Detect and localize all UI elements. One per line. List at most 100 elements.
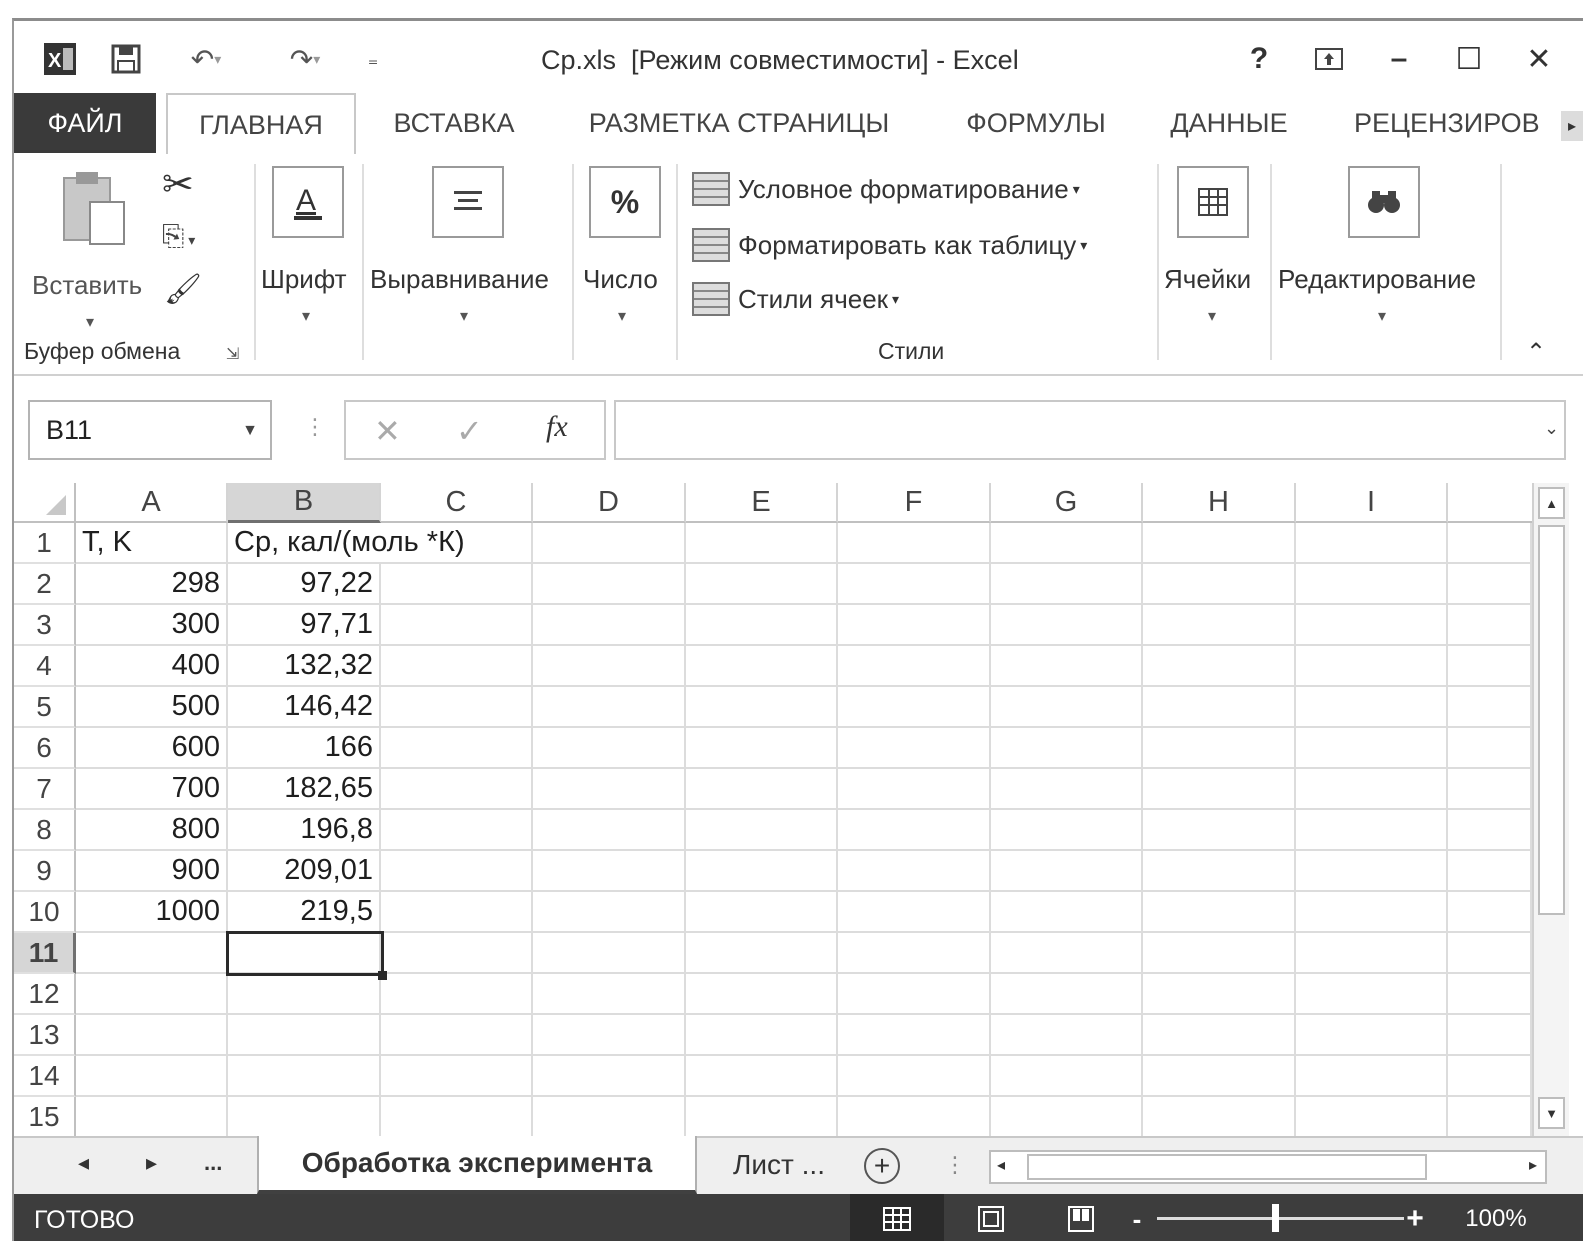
prev-sheet-icon[interactable]: ◂	[78, 1150, 89, 1176]
zoom-slider-track[interactable]	[1157, 1217, 1404, 1220]
cell-e4[interactable]	[686, 646, 838, 687]
row-header-11[interactable]: 11	[14, 933, 76, 974]
clipboard-launcher-icon[interactable]: ⇲	[226, 344, 239, 364]
cell-e11[interactable]	[686, 933, 838, 974]
cell-i1[interactable]	[1296, 523, 1448, 564]
zoom-in-button[interactable]: +	[1400, 1194, 1430, 1241]
cell-a7[interactable]: 700	[76, 769, 228, 810]
zoom-slider-knob[interactable]	[1272, 1204, 1279, 1232]
editing-dropdown-icon[interactable]: ▾	[1378, 306, 1386, 326]
cell-g14[interactable]	[991, 1056, 1143, 1097]
row-header-9[interactable]: 9	[14, 851, 76, 892]
customize-quick-access-icon[interactable]: ₌	[360, 39, 386, 79]
cut-icon[interactable]: ✂	[162, 162, 194, 207]
zoom-out-button[interactable]: -	[1122, 1194, 1152, 1241]
cell-i11[interactable]	[1296, 933, 1448, 974]
column-header-i[interactable]: I	[1296, 483, 1448, 523]
cell-e15[interactable]	[686, 1097, 838, 1136]
alignment-button[interactable]: Выравнивание	[370, 264, 549, 295]
cell-e1[interactable]	[686, 523, 838, 564]
cell-f12[interactable]	[838, 974, 991, 1015]
cell-x9[interactable]	[1448, 851, 1532, 892]
cell-d5[interactable]	[533, 687, 686, 728]
font-dropdown-icon[interactable]: ▾	[302, 306, 310, 326]
minimize-button[interactable]: –	[1374, 39, 1424, 79]
cell-f13[interactable]	[838, 1015, 991, 1056]
cell-d9[interactable]	[533, 851, 686, 892]
cell-x2[interactable]	[1448, 564, 1532, 605]
cell-e3[interactable]	[686, 605, 838, 646]
horizontal-scroll-thumb[interactable]	[1027, 1154, 1427, 1180]
cell-h5[interactable]	[1143, 687, 1296, 728]
column-header-a[interactable]: A	[76, 483, 228, 523]
cell-x10[interactable]	[1448, 892, 1532, 933]
column-header-h[interactable]: H	[1143, 483, 1296, 523]
cell-b5[interactable]: 146,42	[228, 687, 381, 728]
cell-i10[interactable]	[1296, 892, 1448, 933]
collapse-ribbon-icon[interactable]: ⌃	[1526, 338, 1546, 367]
cell-f14[interactable]	[838, 1056, 991, 1097]
cell-b14[interactable]	[228, 1056, 381, 1097]
cell-i7[interactable]	[1296, 769, 1448, 810]
tab-insert[interactable]: ВСТАВКА	[384, 93, 524, 153]
tab-data[interactable]: ДАННЫЕ	[1164, 93, 1294, 153]
cell-a1[interactable]: T, K	[76, 523, 228, 564]
cell-b10[interactable]: 219,5	[228, 892, 381, 933]
cell-a6[interactable]: 600	[76, 728, 228, 769]
cell-h11[interactable]	[1143, 933, 1296, 974]
cells-dropdown-icon[interactable]: ▾	[1208, 306, 1216, 326]
cell-b12[interactable]	[228, 974, 381, 1015]
tabs-scroll-right-icon[interactable]: ▸	[1561, 111, 1583, 141]
cell-b8[interactable]: 196,8	[228, 810, 381, 851]
cell-b13[interactable]	[228, 1015, 381, 1056]
cell-h15[interactable]	[1143, 1097, 1296, 1136]
close-button[interactable]: ✕	[1514, 39, 1564, 79]
paste-icon[interactable]	[60, 168, 128, 253]
cell-h1[interactable]	[1143, 523, 1296, 564]
cell-a5[interactable]: 500	[76, 687, 228, 728]
font-button[interactable]: Шрифт	[261, 264, 347, 295]
cell-d10[interactable]	[533, 892, 686, 933]
cell-f2[interactable]	[838, 564, 991, 605]
cell-h14[interactable]	[1143, 1056, 1296, 1097]
cell-g8[interactable]	[991, 810, 1143, 851]
confirm-entry-icon[interactable]: ✓	[456, 412, 483, 450]
zoom-level[interactable]: 100%	[1454, 1194, 1538, 1241]
cell-d7[interactable]	[533, 769, 686, 810]
ribbon-display-options-icon[interactable]	[1304, 39, 1354, 79]
cell-g1[interactable]	[991, 523, 1143, 564]
fill-handle[interactable]	[378, 971, 387, 980]
save-icon[interactable]	[106, 39, 146, 79]
tab-formulas[interactable]: ФОРМУЛЫ	[957, 93, 1115, 153]
cell-i2[interactable]	[1296, 564, 1448, 605]
row-header-12[interactable]: 12	[14, 974, 76, 1015]
cell-g11[interactable]	[991, 933, 1143, 974]
cell-i14[interactable]	[1296, 1056, 1448, 1097]
column-header-f[interactable]: F	[838, 483, 991, 523]
more-sheets-left[interactable]: ...	[204, 1150, 222, 1176]
scroll-right-icon[interactable]: ▸	[1529, 1155, 1537, 1175]
tab-home[interactable]: ГЛАВНАЯ	[166, 93, 356, 155]
cancel-entry-icon[interactable]: ✕	[374, 412, 401, 450]
tab-split-grip-icon[interactable]: ⋮	[944, 1152, 966, 1178]
page-layout-view-icon[interactable]	[964, 1194, 1018, 1241]
scroll-left-icon[interactable]: ◂	[997, 1155, 1005, 1175]
cell-a9[interactable]: 900	[76, 851, 228, 892]
row-header-13[interactable]: 13	[14, 1015, 76, 1056]
cell-c8[interactable]	[381, 810, 533, 851]
row-header-7[interactable]: 7	[14, 769, 76, 810]
cell-c11[interactable]	[381, 933, 533, 974]
cell-d13[interactable]	[533, 1015, 686, 1056]
cell-f9[interactable]	[838, 851, 991, 892]
expand-formula-bar-icon[interactable]: ⌄	[1544, 418, 1559, 439]
cell-x15[interactable]	[1448, 1097, 1532, 1136]
cell-c15[interactable]	[381, 1097, 533, 1136]
cell-a13[interactable]	[76, 1015, 228, 1056]
cell-a14[interactable]	[76, 1056, 228, 1097]
row-header-3[interactable]: 3	[14, 605, 76, 646]
cell-f3[interactable]	[838, 605, 991, 646]
cells-button[interactable]: Ячейки	[1164, 264, 1251, 295]
cell-b4[interactable]: 132,32	[228, 646, 381, 687]
name-box[interactable]: B11 ▼	[28, 400, 272, 460]
cell-f7[interactable]	[838, 769, 991, 810]
